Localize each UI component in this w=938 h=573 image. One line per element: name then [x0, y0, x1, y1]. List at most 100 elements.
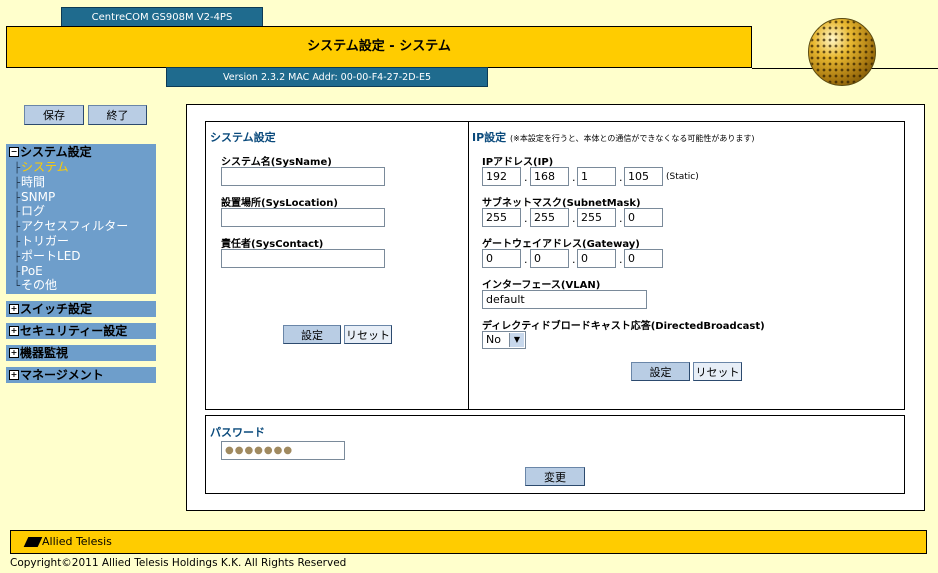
nav-switch-settings[interactable]: + スイッチ設定: [6, 301, 156, 317]
nav-item-label: その他: [21, 278, 58, 293]
nav-item-label: システム: [21, 160, 69, 174]
directed-broadcast-label: ディレクティドブロードキャスト応答(DirectedBroadcast): [482, 321, 765, 332]
syslocation-label: 設置場所(SysLocation): [221, 198, 338, 209]
gateway-octet-4[interactable]: [624, 249, 663, 268]
gateway-octet-1[interactable]: [482, 249, 521, 268]
model-name-tab: CentreCOM GS908M V2-4PS: [61, 7, 263, 27]
nav-system-settings-group: − システム設定 ├システム ├時間 ├SNMP ├ログ ├アクセスフィルター ├…: [6, 144, 156, 294]
syslocation-input[interactable]: [221, 208, 385, 227]
save-button[interactable]: 保存: [24, 105, 84, 125]
tree-branch-icon: ├: [14, 163, 21, 174]
tree-end-icon: └: [14, 281, 21, 293]
mask-octet-3[interactable]: [577, 208, 616, 227]
directed-broadcast-value: No: [486, 333, 501, 346]
octet-dot: .: [619, 212, 623, 225]
nav-item-label: SNMP: [21, 189, 56, 204]
tree-branch-icon: ├: [14, 251, 21, 263]
nav-item-label: ポートLED: [21, 248, 81, 263]
globe-logo-icon: [808, 18, 876, 86]
exit-button[interactable]: 終了: [88, 105, 147, 125]
vlan-input[interactable]: [482, 290, 647, 309]
nav-management-label: マネージメント: [20, 368, 104, 382]
tree-branch-icon: ├: [14, 236, 21, 248]
vlan-label: インターフェース(VLAN): [482, 280, 601, 291]
expand-icon[interactable]: +: [9, 369, 19, 380]
ip-octet-4[interactable]: [624, 167, 663, 186]
version-info: Version 2.3.2 MAC Addr: 00-00-F4-27-2D-E…: [166, 67, 488, 87]
nav-item-port-led[interactable]: ├ポートLED: [6, 249, 156, 264]
mask-octet-4[interactable]: [624, 208, 663, 227]
directed-broadcast-select[interactable]: No ▼: [482, 331, 526, 349]
sysname-label: システム名(SysName): [221, 157, 332, 168]
nav-item-log[interactable]: ├ログ: [6, 204, 156, 219]
sysname-input[interactable]: [221, 167, 385, 186]
nav-item-trigger[interactable]: ├トリガー: [6, 234, 156, 249]
page-title: システム設定 - システム: [6, 26, 752, 68]
tree-branch-icon: ├: [14, 266, 21, 278]
octet-dot: .: [524, 171, 528, 184]
footer-bar: [10, 530, 927, 554]
nav-management[interactable]: + マネージメント: [6, 367, 156, 383]
system-reset-button[interactable]: リセット: [344, 325, 392, 344]
syscontact-input[interactable]: [221, 249, 385, 268]
octet-dot: .: [572, 171, 576, 184]
octet-dot: .: [572, 212, 576, 225]
nav-system-settings[interactable]: − システム設定: [6, 144, 156, 160]
nav-item-snmp[interactable]: ├SNMP: [6, 190, 156, 205]
gateway-label: ゲートウェイアドレス(Gateway): [482, 239, 640, 250]
octet-dot: .: [619, 253, 623, 266]
ip-set-button[interactable]: 設定: [631, 362, 690, 381]
system-set-button[interactable]: 設定: [283, 325, 341, 344]
nav-system-settings-label: システム設定: [20, 145, 92, 159]
tree-branch-icon: ├: [14, 177, 21, 189]
nav-security-settings[interactable]: + セキュリティー設定: [6, 323, 156, 339]
ip-reset-button[interactable]: リセット: [693, 362, 742, 381]
password-input[interactable]: ●●●●●●●: [221, 441, 345, 460]
nav-switch-settings-label: スイッチ設定: [20, 302, 93, 316]
ip-settings-title: IP設定: [472, 131, 507, 144]
nav-item-time[interactable]: ├時間: [6, 175, 156, 190]
ip-settings-warning: (※本設定を行うと、本体との通信ができなくなる可能性があります): [510, 134, 755, 143]
syscontact-label: 責任者(SysContact): [221, 239, 324, 250]
nav-device-monitor[interactable]: + 機器監視: [6, 345, 156, 361]
octet-dot: .: [524, 212, 528, 225]
copyright-text: Copyright©2011 Allied Telesis Holdings K…: [10, 557, 347, 569]
nav-device-monitor-label: 機器監視: [20, 346, 69, 360]
gateway-octet-3[interactable]: [577, 249, 616, 268]
mask-octet-2[interactable]: [530, 208, 569, 227]
mask-octet-1[interactable]: [482, 208, 521, 227]
system-settings-title: システム設定: [210, 131, 276, 144]
nav-item-access-filter[interactable]: ├アクセスフィルター: [6, 219, 156, 234]
octet-dot: .: [572, 253, 576, 266]
allied-telesis-logo: Allied Telesis: [23, 535, 112, 548]
nav-item-other[interactable]: └その他: [6, 278, 156, 293]
chevron-down-icon[interactable]: ▼: [509, 333, 524, 347]
nav-item-label: 時間: [21, 174, 46, 189]
expand-icon[interactable]: +: [9, 303, 19, 314]
gateway-octet-2[interactable]: [530, 249, 569, 268]
ip-octet-3[interactable]: [577, 167, 616, 186]
octet-dot: .: [524, 253, 528, 266]
tree-branch-icon: ├: [14, 192, 21, 204]
allied-telesis-logo-icon: [23, 537, 43, 547]
nav-item-label: ログ: [21, 204, 46, 219]
nav-security-settings-label: セキュリティー設定: [20, 324, 128, 338]
collapse-icon[interactable]: −: [9, 146, 19, 157]
nav-item-label: PoE: [21, 263, 43, 278]
logo-text: Allied Telesis: [42, 535, 112, 548]
change-password-button[interactable]: 変更: [525, 467, 585, 486]
octet-dot: .: [619, 171, 623, 184]
expand-icon[interactable]: +: [9, 347, 19, 358]
ip-settings-heading: IP設定 (※本設定を行うと、本体との通信ができなくなる可能性があります): [472, 129, 755, 145]
tree-branch-icon: ├: [14, 207, 21, 219]
tree-branch-icon: ├: [14, 222, 21, 234]
subnet-mask-label: サブネットマスク(SubnetMask): [482, 198, 641, 209]
ip-address-label: IPアドレス(IP): [482, 157, 554, 168]
password-title: パスワード: [210, 426, 265, 439]
nav-item-poe[interactable]: ├PoE: [6, 264, 156, 279]
expand-icon[interactable]: +: [9, 325, 19, 336]
nav-item-system[interactable]: ├システム: [6, 160, 156, 175]
ip-octet-2[interactable]: [530, 167, 569, 186]
nav-item-label: アクセスフィルター: [21, 219, 129, 234]
ip-octet-1[interactable]: [482, 167, 521, 186]
